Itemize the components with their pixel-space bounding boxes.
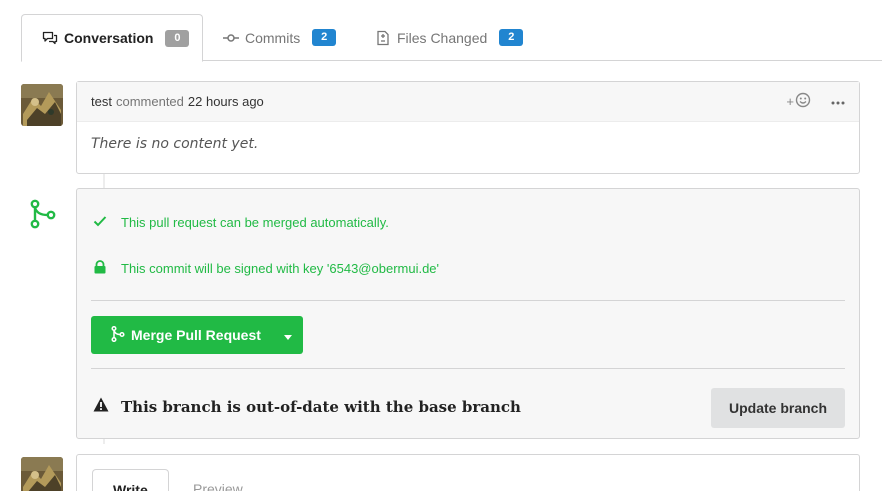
merge-sign-line: This commit will be signed with key '654…	[93, 260, 439, 277]
reaction-plus: +	[786, 94, 794, 109]
tab-files-changed-count: 2	[499, 29, 524, 46]
divider	[91, 300, 845, 301]
branch-outdated-text: This branch is out-of-date with the base…	[121, 397, 521, 416]
check-icon	[93, 215, 107, 230]
tab-commits-label: Commits	[245, 29, 301, 46]
comment-time[interactable]: 22 hours ago	[188, 94, 264, 109]
git-merge-icon	[29, 199, 57, 229]
comment-body: There is no content yet.	[91, 136, 259, 152]
comment-author[interactable]: test	[91, 94, 112, 109]
reaction-button[interactable]: +	[786, 92, 811, 111]
merge-dropdown-toggle[interactable]	[273, 316, 303, 354]
divider	[91, 368, 845, 369]
tab-conversation-count: 0	[165, 29, 190, 47]
comment-actions: +	[786, 92, 845, 111]
smiley-icon	[795, 92, 811, 111]
diff-icon	[375, 30, 391, 46]
merge-check-text: This pull request can be merged automati…	[121, 215, 389, 230]
reply-form: Write Preview	[76, 454, 860, 491]
write-tab[interactable]: Write	[92, 469, 169, 491]
kebab-horizontal-icon[interactable]	[831, 94, 845, 109]
tab-conversation[interactable]: Conversation 0	[21, 14, 203, 62]
tab-files-changed-label: Files Changed	[397, 29, 488, 46]
avatar[interactable]	[21, 457, 63, 491]
lock-icon	[93, 260, 107, 277]
merge-sign-text: This commit will be signed with key '654…	[121, 261, 440, 276]
comment-discussion-icon	[42, 30, 58, 46]
tab-files-changed[interactable]: Files Changed 2	[355, 14, 543, 61]
tab-commits-count: 2	[312, 29, 337, 46]
comment-action: commented	[115, 94, 184, 109]
merge-button[interactable]: Merge Pull Request	[91, 316, 303, 354]
preview-tab[interactable]: Preview	[173, 469, 263, 491]
merge-button-main[interactable]: Merge Pull Request	[91, 325, 273, 345]
avatar[interactable]	[21, 84, 63, 126]
merge-check-line: This pull request can be merged automati…	[93, 215, 389, 230]
tab-conversation-label: Conversation	[64, 30, 154, 46]
git-merge-icon	[111, 325, 125, 345]
comment: test commented 22 hours ago + There is n…	[76, 81, 860, 174]
branch-outdated-notice: This branch is out-of-date with the base…	[93, 397, 521, 416]
update-branch-button[interactable]: Update branch	[711, 388, 845, 428]
triangle-down-icon	[284, 327, 292, 343]
merge-button-label: Merge Pull Request	[131, 327, 261, 343]
alert-icon	[93, 397, 109, 416]
pr-tabs: Conversation 0 Commits 2 Files Changed 2	[21, 14, 882, 62]
git-commit-icon	[223, 30, 239, 46]
merge-box: This pull request can be merged automati…	[76, 188, 860, 439]
tab-commits[interactable]: Commits 2	[203, 14, 356, 61]
comment-header: test commented 22 hours ago +	[77, 82, 859, 122]
